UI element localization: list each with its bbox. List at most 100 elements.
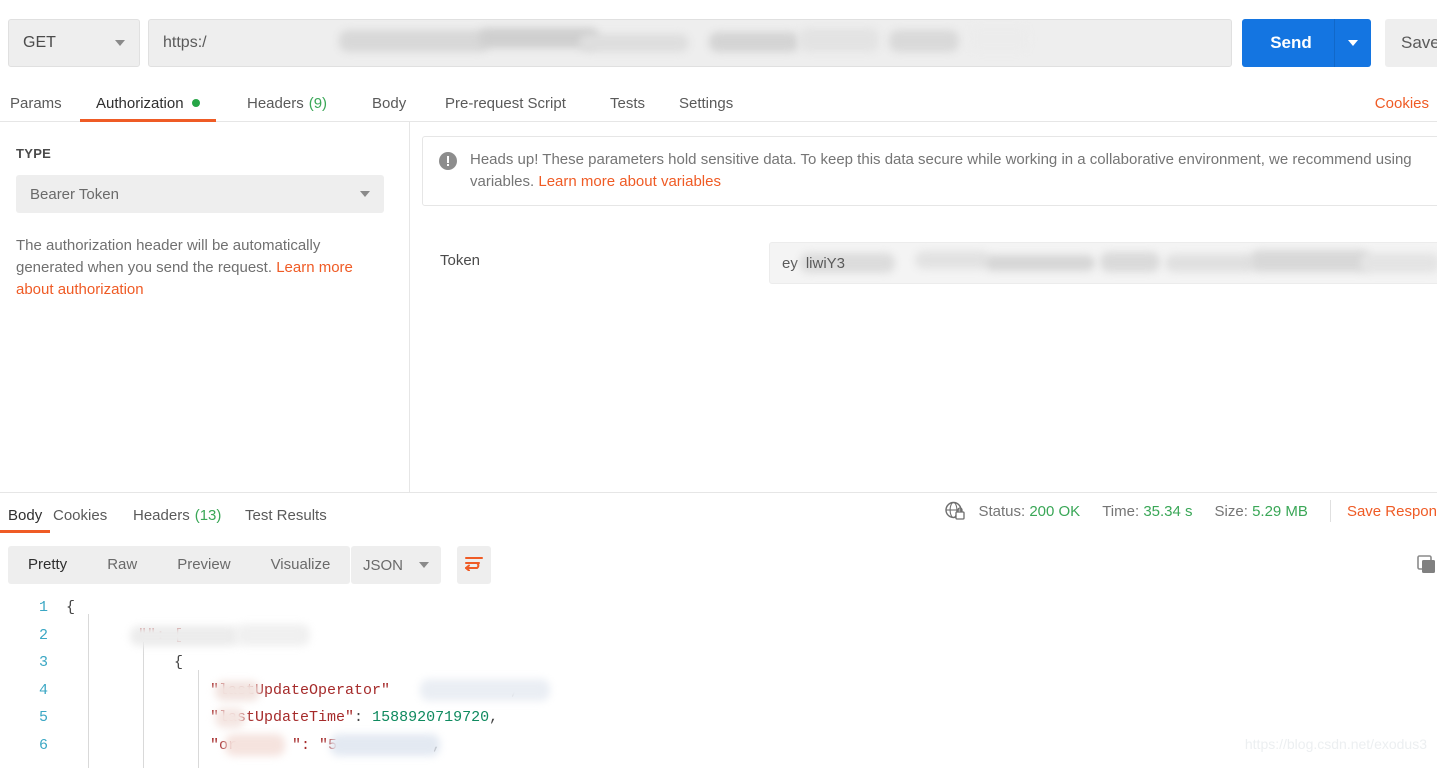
redaction-blur [1165, 254, 1255, 272]
send-button[interactable]: Send [1242, 19, 1371, 67]
line-content: { [66, 599, 76, 617]
auth-type-value: Bearer Token [30, 185, 119, 203]
auth-type-select[interactable]: Bearer Token [16, 175, 384, 213]
response-format-select[interactable]: JSON [351, 546, 441, 584]
line-number: 1 [38, 599, 48, 617]
redaction-blur [420, 678, 550, 701]
tab-label: Authorization [96, 94, 184, 112]
line-content: "or [66, 736, 238, 754]
send-options-button[interactable] [1335, 40, 1371, 46]
word-wrap-button[interactable] [457, 546, 491, 584]
authorization-params-panel: Heads up! These parameters hold sensitiv… [411, 122, 1437, 492]
learn-more-variables-link[interactable]: Learn more about variables [538, 173, 721, 190]
redaction-blur [915, 251, 990, 269]
tab-badge: (9) [308, 94, 328, 112]
view-mode-raw[interactable]: Raw [87, 546, 157, 584]
token-label: Token [440, 252, 481, 269]
line-content: { [66, 654, 184, 672]
tab-label: Tests [610, 94, 646, 112]
redaction-blur [709, 32, 799, 52]
tab-label: Cookies [53, 506, 108, 524]
redaction-blur [330, 733, 440, 756]
line-content: "lastUpdateTime" [66, 709, 355, 727]
postman-window: GET https:/ Send Save Params Authorizati… [0, 0, 1437, 768]
tab-body[interactable]: Body [372, 84, 406, 122]
tab-tests[interactable]: Tests [610, 84, 645, 122]
redaction-blur [215, 708, 245, 728]
view-mode-preview[interactable]: Preview [157, 546, 250, 584]
token-value-suffix: liwiY3 [805, 254, 846, 272]
type-label: TYPE [16, 146, 52, 161]
response-status-bar: Status: 200 OK Time: 35.34 s Size: 5.29 … [944, 500, 1437, 522]
token-input[interactable]: ey liwiY3 [769, 242, 1437, 284]
response-tab-test-results[interactable]: Test Results [245, 499, 327, 531]
response-format-value: JSON [363, 556, 404, 574]
request-url-bar: GET https:/ Send Save [0, 0, 1437, 84]
copy-response-button[interactable] [1416, 554, 1437, 578]
send-button-label: Send [1270, 33, 1312, 52]
status-item: Status: 200 OK [978, 503, 1080, 520]
tab-params[interactable]: Params [10, 84, 62, 122]
line-content-4: , [489, 709, 499, 727]
size-label: Size: [1214, 502, 1248, 520]
save-button[interactable]: Save [1385, 19, 1437, 67]
status-value: 200 OK [1029, 502, 1081, 520]
time-item: Time: 35.34 s [1102, 503, 1192, 520]
tab-authorization[interactable]: Authorization [80, 84, 216, 122]
tab-label: Settings [679, 94, 734, 112]
banner-text: Heads up! These parameters hold sensitiv… [470, 149, 1437, 205]
code-line: 4 "lastUpdateOperator" , [0, 677, 1437, 705]
line-content-3: 1588920719720 [372, 709, 490, 727]
tab-pre-request-script[interactable]: Pre-request Script [445, 84, 566, 122]
active-tab-underline [0, 530, 51, 533]
auth-description-text: The authorization header will be automat… [16, 237, 321, 276]
cookies-link[interactable]: Cookies [1375, 84, 1429, 122]
view-mode-group: Pretty Raw Preview Visualize [8, 546, 351, 584]
tab-label: Pre-request Script [445, 94, 566, 112]
line-content-2: : [354, 709, 373, 727]
redaction-blur [215, 680, 260, 701]
tab-label: Body [8, 506, 43, 524]
auth-active-dot-icon [191, 99, 200, 107]
chevron-down-icon [1348, 40, 1358, 46]
size-item: Size: 5.29 MB [1215, 503, 1308, 520]
tab-label: Headers [247, 94, 304, 112]
status-separator [1329, 500, 1331, 522]
tab-badge: (13) [194, 506, 222, 524]
tab-headers[interactable]: Headers (9) [247, 84, 327, 122]
http-method-select[interactable]: GET [8, 19, 140, 67]
http-method-label: GET [23, 34, 56, 51]
redaction-blur [969, 26, 1029, 52]
save-button-label: Save [1401, 33, 1437, 52]
chevron-down-icon [419, 562, 429, 568]
word-wrap-icon [464, 555, 484, 576]
line-number: 4 [38, 681, 48, 699]
url-input[interactable]: https:/ [148, 19, 1232, 67]
response-tab-headers[interactable]: Headers (13) [133, 499, 221, 531]
chevron-down-icon [115, 40, 125, 46]
tab-label: Test Results [245, 506, 327, 524]
response-tab-cookies[interactable]: Cookies [53, 499, 107, 531]
response-body-code[interactable]: 1 { 2 " ": [ 3 { 4 "lastUpdateOperator" … [0, 594, 1437, 768]
redaction-blur [579, 34, 689, 52]
copy-icon [1416, 555, 1437, 580]
tab-settings[interactable]: Settings [679, 84, 733, 122]
token-row: Token ey liwiY3 [411, 242, 1437, 284]
redaction-blur [1360, 253, 1437, 273]
response-tab-body[interactable]: Body [0, 499, 51, 533]
line-number: 2 [38, 626, 48, 644]
view-mode-pretty[interactable]: Pretty [8, 546, 87, 584]
code-line: 5 "lastUpdateTime" : 1588920719720 , [0, 704, 1437, 732]
auth-description: The authorization header will be automat… [16, 235, 368, 301]
url-text: https:/ [163, 34, 207, 51]
watermark: https://blog.csdn.net/exodus3 [1244, 736, 1427, 752]
response-body-toolbar: Pretty Raw Preview Visualize JSON [0, 546, 1437, 586]
redaction-blur [1100, 252, 1160, 272]
redaction-blur [889, 30, 959, 52]
code-line: 1 { [0, 594, 1437, 622]
view-mode-visualize[interactable]: Visualize [251, 546, 351, 584]
sensitive-data-banner: Heads up! These parameters hold sensitiv… [422, 136, 1437, 206]
status-label: Status: [978, 502, 1026, 520]
request-tab-bar: Params Authorization Headers (9) Body Pr… [0, 84, 1437, 122]
save-response-button[interactable]: Save Respon [1347, 503, 1437, 520]
